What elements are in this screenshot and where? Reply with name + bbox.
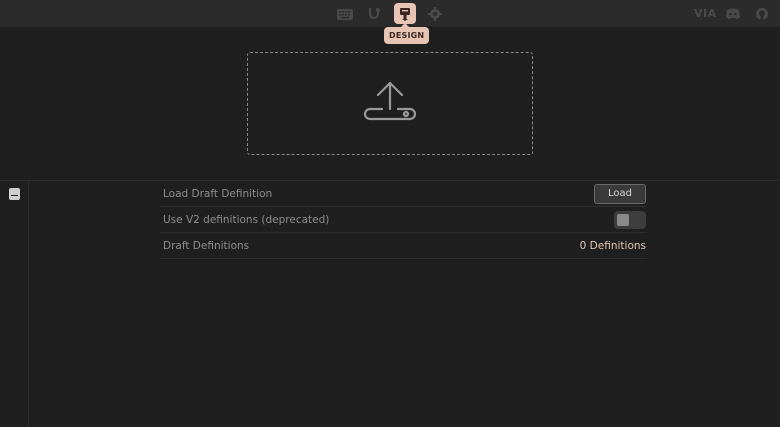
load-draft-row: Load Draft Definition Load bbox=[160, 181, 647, 207]
side-rail bbox=[0, 181, 29, 427]
design-icon[interactable] bbox=[394, 3, 416, 24]
draft-definitions-count: 0 Definitions bbox=[579, 240, 646, 252]
github-icon[interactable] bbox=[753, 5, 771, 23]
nav-tooltip: DESIGN bbox=[384, 23, 430, 44]
settings-icon[interactable] bbox=[426, 5, 444, 23]
discord-icon[interactable] bbox=[724, 5, 742, 23]
draft-definitions-label: Draft Definitions bbox=[163, 240, 250, 252]
use-v2-label: Use V2 definitions (deprecated) bbox=[163, 214, 330, 226]
test-icon[interactable] bbox=[365, 5, 383, 23]
top-nav-bar: VIA bbox=[0, 0, 780, 27]
via-logo: VIA bbox=[694, 7, 717, 20]
definition-drop-zone[interactable] bbox=[247, 52, 533, 155]
upload-icon bbox=[363, 81, 417, 120]
definitions-icon[interactable] bbox=[9, 188, 20, 200]
use-v2-toggle[interactable] bbox=[614, 211, 646, 229]
keyboard-icon[interactable] bbox=[336, 5, 354, 23]
draft-definitions-row: Draft Definitions 0 Definitions bbox=[160, 233, 647, 259]
load-button[interactable]: Load bbox=[594, 184, 646, 204]
toggle-knob bbox=[617, 214, 629, 226]
load-draft-label: Load Draft Definition bbox=[163, 188, 273, 200]
use-v2-row: Use V2 definitions (deprecated) bbox=[160, 207, 647, 233]
